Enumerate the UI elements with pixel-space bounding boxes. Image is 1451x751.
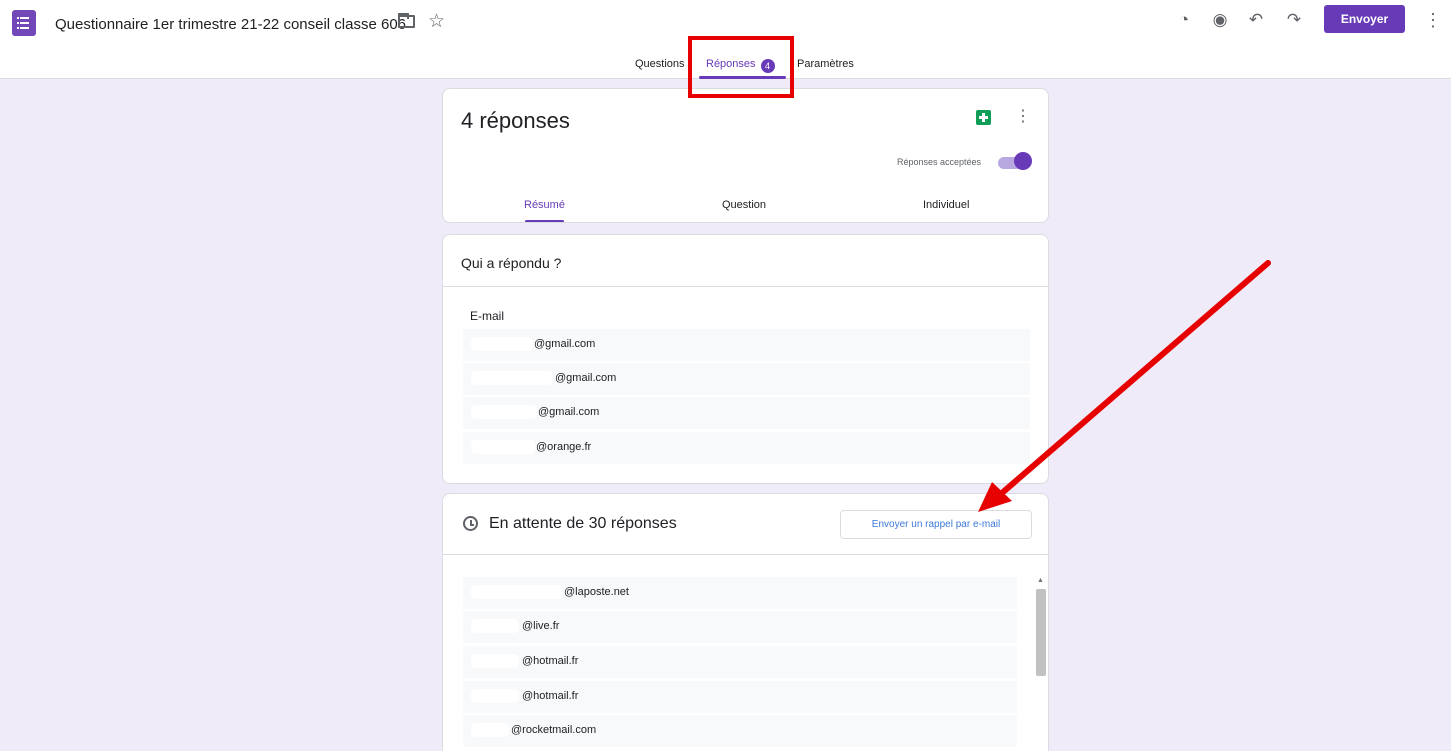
list-item: @live.fr: [463, 611, 1017, 643]
list-item: @hotmail.fr: [463, 681, 1017, 713]
subtab-question[interactable]: Question: [722, 199, 766, 211]
redacted-email-name: [471, 337, 533, 351]
redacted-email-name: [471, 654, 519, 668]
star-icon[interactable]: ☆: [428, 10, 445, 33]
scroll-up-icon[interactable]: ▲: [1037, 577, 1044, 584]
redo-icon[interactable]: ↷: [1282, 8, 1306, 32]
list-item: @orange.fr: [463, 432, 1030, 464]
send-button[interactable]: Envoyer: [1324, 5, 1405, 33]
pending-email: @live.fr: [522, 620, 560, 632]
responses-summary-card: 4 réponses ⋮ Réponses acceptées Résumé Q…: [442, 88, 1049, 223]
pending-email: @hotmail.fr: [522, 655, 579, 667]
tab-questions[interactable]: Questions: [635, 58, 685, 70]
tab-settings[interactable]: Paramètres: [797, 58, 854, 70]
palette-icon[interactable]: ◔: [1172, 8, 1196, 32]
subtab-individual[interactable]: Individuel: [923, 199, 969, 211]
redacted-email-name: [471, 619, 519, 633]
google-sheets-icon[interactable]: [976, 110, 991, 125]
undo-icon[interactable]: ↶: [1244, 8, 1268, 32]
redacted-email-name: [471, 405, 537, 419]
toggle-knob[interactable]: [1014, 152, 1032, 170]
list-item: @gmail.com: [463, 329, 1030, 361]
list-item: @gmail.com: [463, 397, 1030, 429]
pending-email: @laposte.net: [564, 586, 629, 598]
folder-icon[interactable]: [398, 13, 415, 28]
respondent-email: @gmail.com: [538, 406, 600, 418]
subtab-summary[interactable]: Résumé: [524, 199, 565, 211]
who-responded-title: Qui a répondu ?: [461, 255, 562, 271]
response-count-title: 4 réponses: [461, 108, 570, 133]
list-item: @hotmail.fr: [463, 646, 1017, 678]
pending-title: En attente de 30 réponses: [489, 515, 677, 532]
pending-email: @hotmail.fr: [522, 690, 579, 702]
respondent-email: @gmail.com: [555, 372, 617, 384]
google-forms-icon[interactable]: [12, 10, 36, 36]
redacted-email-name: [471, 371, 553, 385]
redacted-email-name: [471, 440, 535, 454]
pending-list-scrollbar[interactable]: ▲: [1035, 573, 1047, 751]
list-item: @gmail.com: [463, 363, 1030, 395]
email-column-label: E-mail: [470, 309, 505, 323]
respondent-email: @gmail.com: [534, 338, 596, 350]
scroll-thumb[interactable]: [1036, 589, 1046, 676]
active-subtab-indicator: [525, 220, 564, 222]
pending-header: En attente de 30 réponses Envoyer un rap…: [443, 494, 1048, 555]
document-title[interactable]: Questionnaire 1er trimestre 21-22 consei…: [55, 16, 406, 33]
respondent-email: @orange.fr: [536, 441, 592, 453]
eye-icon[interactable]: ◉: [1208, 8, 1232, 32]
send-email-reminder-button[interactable]: Envoyer un rappel par e-mail: [840, 510, 1032, 539]
redacted-email-name: [471, 723, 509, 737]
annotation-highlight-box: [688, 36, 794, 98]
who-responded-header: Qui a répondu ?: [443, 235, 1048, 287]
pending-email: @rocketmail.com: [511, 724, 597, 736]
redacted-email-name: [471, 585, 563, 599]
list-item: @rocketmail.com: [463, 715, 1017, 747]
pending-responses-card: En attente de 30 réponses Envoyer un rap…: [442, 493, 1049, 751]
more-options-icon[interactable]: ⋮: [1013, 106, 1033, 128]
clock-icon: [463, 516, 478, 531]
who-responded-card: Qui a répondu ? E-mail @gmail.com @gmail…: [442, 234, 1049, 484]
list-item: @laposte.net: [463, 577, 1017, 609]
accepting-responses-label: Réponses acceptées: [897, 157, 982, 167]
redacted-email-name: [471, 689, 519, 703]
more-vertical-icon[interactable]: ⋮: [1421, 8, 1445, 32]
